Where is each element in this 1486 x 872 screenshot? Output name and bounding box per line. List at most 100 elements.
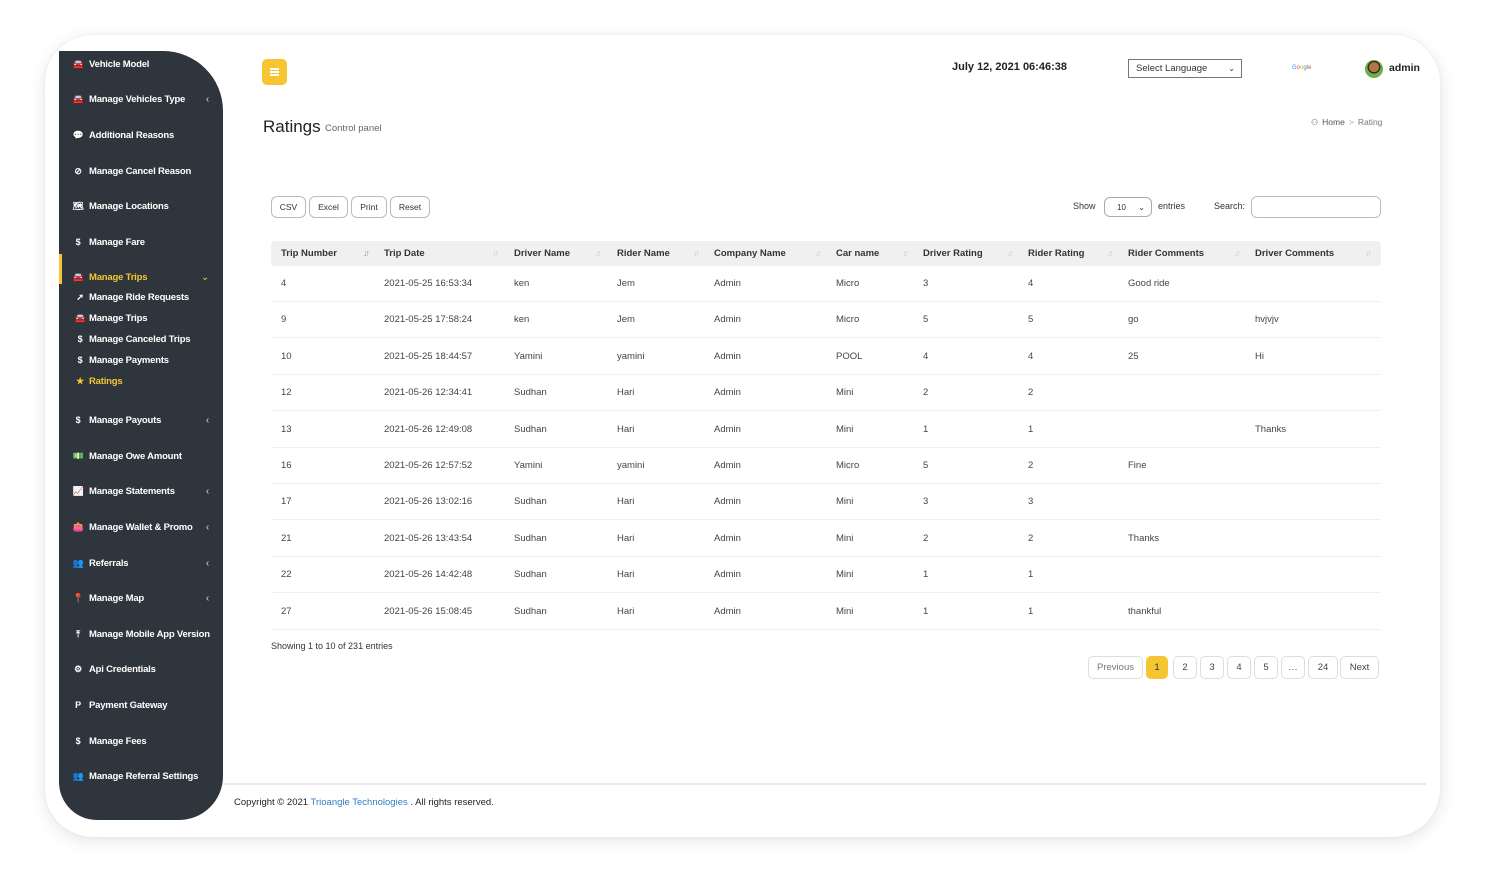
cell-rider-comments: go (1128, 314, 1139, 326)
sidebar-item-referrals[interactable]: 👥 Referrals ‹ (59, 553, 223, 573)
sidebar: 🚘 Vehicle Model 🚘 Manage Vehicles Type ‹ 💬 Add… (59, 51, 223, 820)
sidebar-item-label: Manage Mobile App Version (89, 628, 210, 640)
cell-driver-name: Sudhan (514, 569, 547, 581)
breadcrumb-separator: > (1348, 117, 1354, 127)
column-header-trip-number[interactable]: Trip Number (281, 241, 337, 266)
column-header-trip-date[interactable]: Trip Date (384, 241, 425, 266)
sidebar-subitem-manage-payments[interactable]: $ Manage Payments (59, 351, 223, 369)
column-header-rider-rating[interactable]: Rider Rating (1028, 241, 1084, 266)
sort-icon[interactable]: ↓↑ (693, 248, 700, 258)
cell-car-name: Mini (836, 423, 854, 435)
column-header-driver-rating[interactable]: Driver Rating (923, 241, 983, 266)
sort-icon[interactable]: ↓↑ (902, 248, 909, 258)
sidebar-subitem-manage-trips[interactable]: 🚘 Manage Trips (59, 309, 223, 327)
sort-icon[interactable]: ↓↑ (1234, 248, 1241, 258)
cell-rider-name: Hari (617, 532, 635, 544)
cell-driver-comments: hvjvjv (1255, 314, 1279, 326)
page-button-24[interactable]: 24 (1308, 656, 1338, 679)
company-link[interactable]: Trioangle Technologies (311, 797, 408, 808)
column-header-company-name[interactable]: Company Name (714, 241, 786, 266)
sort-icon[interactable]: ↓↑ (1365, 248, 1372, 258)
sort-icon[interactable]: ↓↑ (815, 248, 822, 258)
breadcrumb-home[interactable]: Home (1322, 117, 1345, 127)
sidebar-item-manage-locations[interactable]: 🗺 Manage Locations (59, 196, 223, 216)
sort-ascending-icon[interactable]: ↓↑ (363, 248, 370, 258)
cell-trip-date: 2021-05-26 12:49:08 (384, 423, 473, 435)
column-header-car-name[interactable]: Car name (836, 241, 879, 266)
car-icon: 🚘 (72, 58, 84, 69)
sidebar-item-manage-fare[interactable]: $ Manage Fare (59, 232, 223, 252)
page-button-5[interactable]: 5 (1254, 656, 1278, 679)
sidebar-item-manage-cancel-reason[interactable]: ⊘ Manage Cancel Reason (59, 161, 223, 181)
sidebar-item-manage-trips[interactable]: 🚘 Manage Trips ⌄ (59, 267, 223, 287)
sidebar-item-manage-wallet-promo[interactable]: 👛 Manage Wallet & Promo ‹ (59, 517, 223, 537)
sidebar-subitem-manage-ride-requests[interactable]: ➚ Manage Ride Requests (59, 288, 223, 306)
print-button[interactable]: Print (351, 196, 387, 218)
sidebar-subitem-label: Manage Payments (89, 354, 169, 366)
page-button-3[interactable]: 3 (1200, 656, 1224, 679)
money-icon: 💵 (72, 450, 84, 461)
previous-page-button[interactable]: Previous (1088, 656, 1143, 679)
sidebar-item-manage-vehicles-type[interactable]: 🚘 Manage Vehicles Type ‹ (59, 89, 223, 109)
sidebar-item-manage-payouts[interactable]: $ Manage Payouts ‹ (59, 410, 223, 430)
sort-icon[interactable]: ↓↑ (492, 248, 499, 258)
sort-icon[interactable]: ↓↑ (1107, 248, 1114, 258)
sidebar-item-vehicle-model[interactable]: 🚘 Vehicle Model (59, 54, 223, 74)
sidebar-item-manage-fees[interactable]: $ Manage Fees (59, 731, 223, 751)
sort-icon[interactable]: ↓↑ (595, 248, 602, 258)
page-button-4[interactable]: 4 (1227, 656, 1251, 679)
column-header-driver-name[interactable]: Driver Name (514, 241, 570, 266)
cell-driver-name: Sudhan (514, 496, 547, 508)
user-name[interactable]: admin (1389, 62, 1420, 74)
sidebar-item-manage-statements[interactable]: 📈 Manage Statements ‹ (59, 481, 223, 501)
map-icon: 🗺 (72, 200, 84, 211)
page-button-2[interactable]: 2 (1173, 656, 1197, 679)
sidebar-item-payment-gateway[interactable]: P Payment Gateway (59, 695, 223, 715)
entries-label: entries (1158, 201, 1186, 211)
page-size-value: 10 (1117, 202, 1126, 212)
menu-toggle-button[interactable] (262, 59, 287, 85)
search-input[interactable] (1251, 196, 1381, 218)
sidebar-item-label: Additional Reasons (89, 129, 175, 141)
sidebar-item-label: Manage Referral Settings (89, 770, 199, 782)
google-translate-logo[interactable]: Google (1292, 65, 1311, 71)
user-avatar[interactable] (1365, 60, 1383, 78)
sort-icon[interactable]: ↓↑ (1007, 248, 1014, 258)
page-button-1[interactable]: 1 (1146, 656, 1168, 679)
table-header: Trip Number ↓↑ Trip Date ↓↑ Driver Name ↓↑ Rid… (271, 241, 1381, 266)
paper-plane-icon: ➚ (76, 291, 84, 302)
cell-driver-name: ken (514, 278, 530, 289)
column-header-rider-name[interactable]: Rider Name (617, 241, 670, 266)
next-page-button[interactable]: Next (1340, 656, 1379, 679)
cell-company-name: Admin (714, 605, 741, 617)
sidebar-subitem-manage-canceled-trips[interactable]: $ Manage Canceled Trips (59, 330, 223, 348)
sidebar-item-api-credentials[interactable]: ⚙ Api Credentials (59, 659, 223, 679)
sidebar-subitem-ratings[interactable]: ★ Ratings (59, 372, 223, 390)
column-header-rider-comments[interactable]: Rider Comments (1128, 241, 1204, 266)
sidebar-item-manage-mobile-app-version[interactable]: ⤒ Manage Mobile App Version (59, 624, 223, 644)
cell-rider-comments: Fine (1128, 460, 1147, 471)
page-size-select[interactable]: 10 ⌄ (1104, 197, 1152, 217)
reset-button[interactable]: Reset (390, 196, 430, 218)
column-header-driver-comments[interactable]: Driver Comments (1255, 241, 1334, 266)
sidebar-item-label: Manage Payouts (89, 414, 162, 426)
cell-rider-rating: 5 (1028, 314, 1034, 326)
cell-driver-rating: 2 (923, 387, 929, 399)
comment-icon: 💬 (72, 129, 84, 140)
cell-trip-number: 10 (281, 350, 292, 362)
sidebar-item-manage-owe-amount[interactable]: 💵 Manage Owe Amount (59, 446, 223, 466)
excel-button[interactable]: Excel (309, 196, 348, 218)
cell-car-name: Micro (836, 460, 860, 471)
sidebar-item-additional-reasons[interactable]: 💬 Additional Reasons (59, 125, 223, 145)
cell-rider-comments: Thanks (1128, 532, 1160, 544)
cell-rider-name: Hari (617, 605, 635, 617)
language-select[interactable]: Select Language ⌄ (1128, 59, 1242, 78)
sidebar-item-manage-referral-settings[interactable]: 👥 Manage Referral Settings (59, 766, 223, 786)
star-icon: ★ (76, 375, 84, 386)
cell-car-name: Micro (836, 278, 860, 289)
csv-button[interactable]: CSV (271, 196, 306, 218)
sidebar-item-manage-map[interactable]: 📍 Manage Map ‹ (59, 588, 223, 608)
cell-company-name: Admin (714, 569, 741, 581)
pagination-ellipsis: … (1281, 656, 1305, 679)
sidebar-item-label: Payment Gateway (89, 699, 168, 711)
